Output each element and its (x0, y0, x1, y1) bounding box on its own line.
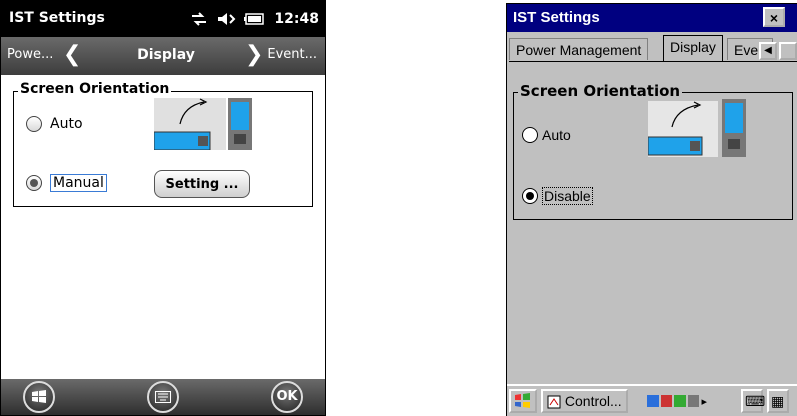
nav-next-label[interactable]: Event... (267, 47, 317, 62)
chevron-left-icon[interactable]: ❮ (63, 42, 81, 67)
speaker-icon (218, 13, 236, 25)
manual-radio[interactable] (26, 175, 42, 191)
nav-prev-label[interactable]: Powe... (7, 47, 53, 62)
window-title: IST Settings (513, 9, 600, 26)
keyboard-icon[interactable]: ⌨ (741, 389, 765, 413)
window-title: IST Settings (9, 10, 105, 26)
soft-key-bar: OK (1, 379, 325, 415)
title-bar: IST Settings 12:48 (1, 1, 325, 37)
orientation-icon (648, 99, 746, 157)
screen-orientation-group: Screen Orientation Auto Disable (513, 82, 793, 220)
auto-radio[interactable] (26, 116, 42, 132)
manual-option[interactable]: Manual (26, 174, 107, 192)
tab-scroll-right-button[interactable] (779, 42, 797, 60)
ce-window: IST Settings × Power Management Display … (506, 3, 797, 416)
disable-label: Disable (542, 187, 593, 205)
auto-option[interactable]: Auto (522, 127, 571, 143)
tab-scroll-left-button[interactable]: ◀ (759, 42, 777, 60)
control-panel-icon (547, 395, 561, 409)
security-icon (687, 395, 700, 407)
disable-radio[interactable] (522, 188, 538, 204)
sync-icon (674, 395, 686, 407)
tab-display[interactable]: Display (663, 35, 723, 61)
start-icon[interactable] (23, 381, 55, 413)
taskbar-control-panel[interactable]: Control... (541, 389, 628, 413)
tab-strip: Power Management Display Even ◀ (507, 34, 797, 62)
system-tray[interactable]: ▸ (647, 389, 707, 413)
group-label: Screen Orientation (18, 81, 172, 97)
nav-current-label: Display (137, 47, 195, 63)
auto-label: Auto (542, 127, 571, 143)
title-bar: IST Settings × (507, 4, 797, 32)
tray-expand-icon[interactable]: ▸ (701, 395, 707, 408)
desktop-icon[interactable]: ▦ (767, 389, 789, 413)
orientation-icon (154, 98, 252, 150)
settings-nav: Powe... ❮ Display ❯ Event... (1, 37, 325, 75)
chevron-right-icon[interactable]: ❯ (245, 42, 263, 67)
clock: 12:48 (274, 11, 319, 27)
battery-icon (244, 13, 265, 25)
ok-button[interactable]: OK (271, 381, 303, 413)
disable-option[interactable]: Disable (522, 187, 593, 205)
network-icon (647, 395, 659, 407)
auto-option[interactable]: Auto (26, 116, 83, 132)
setting-button[interactable]: Setting ... (154, 170, 250, 198)
auto-radio[interactable] (522, 127, 538, 143)
status-area[interactable]: 12:48 (190, 7, 319, 31)
tab-power-management[interactable]: Power Management (509, 38, 649, 60)
auto-label: Auto (50, 116, 83, 132)
keyboard-icon[interactable] (147, 381, 179, 413)
display-panel: Screen Orientation Auto Disable (509, 61, 797, 386)
start-icon[interactable] (509, 389, 537, 413)
wireless-icon (660, 395, 673, 407)
taskbar: Control... ▸ ⌨ ▦ (507, 384, 797, 416)
close-button[interactable]: × (763, 7, 785, 27)
screen-orientation-group: Screen Orientation Auto Manual Setting .… (13, 81, 313, 207)
manual-label: Manual (50, 174, 107, 192)
taskbar-control-label: Control... (564, 393, 622, 409)
wm-window: IST Settings 12:48 Powe... ❮ Display ❯ E… (0, 0, 326, 416)
sync-icon (192, 12, 207, 26)
